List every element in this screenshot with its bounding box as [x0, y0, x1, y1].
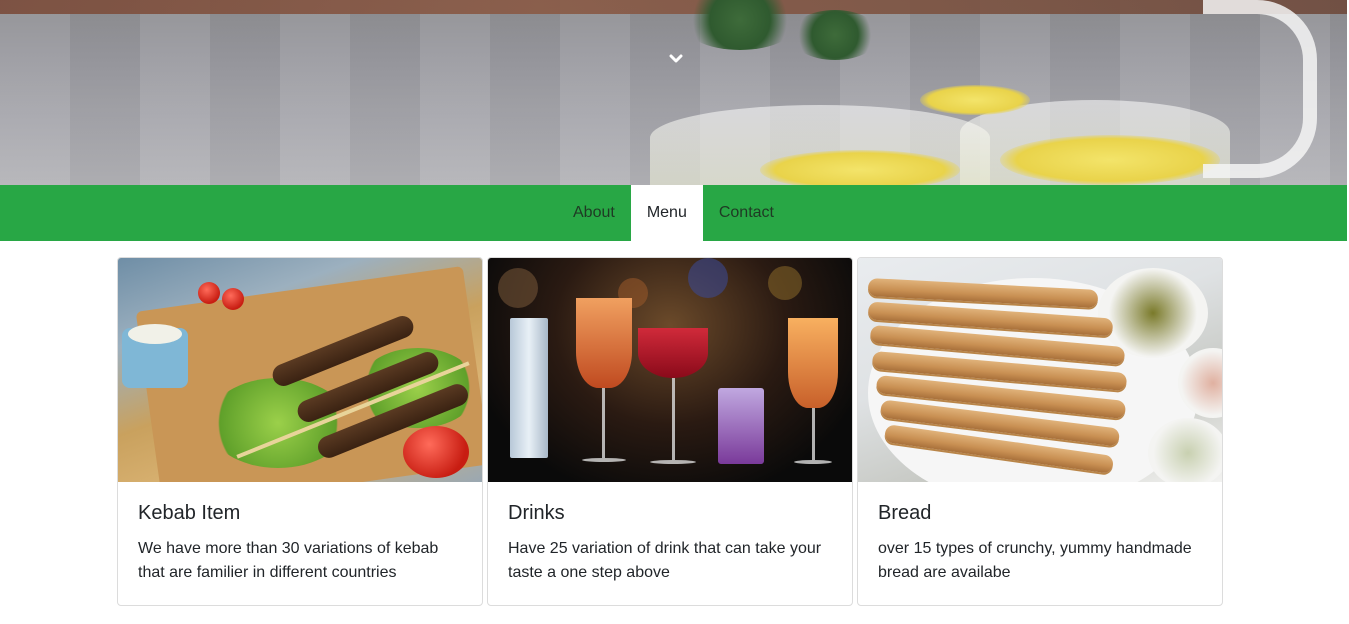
hero-lemon — [1000, 135, 1220, 185]
card-bread: Bread over 15 types of crunchy, yummy ha… — [857, 257, 1223, 606]
nav-item-contact[interactable]: Contact — [703, 185, 790, 241]
glass-berry — [718, 388, 764, 468]
menu-cards: Kebab Item We have more than 30 variatio… — [117, 257, 1223, 607]
hero-lemon — [760, 150, 960, 185]
side-bowl — [1148, 418, 1222, 482]
main-navbar: About Menu Contact — [0, 185, 1347, 241]
drinks-photo — [488, 258, 852, 482]
side-bowl — [1098, 268, 1208, 358]
glass-clear — [510, 318, 548, 468]
glass-amber — [576, 298, 632, 468]
bread-photo — [858, 258, 1222, 482]
nav-item-about[interactable]: About — [557, 185, 631, 241]
card-kebab: Kebab Item We have more than 30 variatio… — [117, 257, 483, 606]
nav-item-menu[interactable]: Menu — [630, 185, 703, 241]
card-title: Kebab Item — [138, 502, 241, 524]
hero-leaves — [790, 10, 880, 60]
glass-martini — [638, 328, 708, 468]
tomato — [222, 288, 244, 310]
card-drinks: Drinks Have 25 variation of drink that c… — [487, 257, 853, 606]
dip-bowl — [122, 324, 188, 388]
hero-shelf — [0, 0, 1347, 14]
card-text: Have 25 variation of drink that can take… — [508, 540, 822, 581]
bokeh — [768, 266, 802, 300]
tomato — [198, 282, 220, 304]
glass-orange — [788, 318, 838, 468]
hero-banner — [0, 0, 1347, 185]
card-body: Drinks Have 25 variation of drink that c… — [488, 482, 852, 605]
hero-pitcher — [1203, 0, 1317, 178]
card-body: Kebab Item We have more than 30 variatio… — [118, 482, 482, 605]
card-title: Drinks — [508, 502, 565, 524]
card-title: Bread — [878, 502, 932, 524]
tomato — [403, 426, 469, 478]
bokeh — [688, 258, 728, 298]
card-text: over 15 types of crunchy, yummy handmade… — [878, 540, 1192, 581]
bokeh — [498, 268, 538, 308]
chevron-down-icon[interactable] — [667, 50, 685, 68]
card-text: We have more than 30 variations of kebab… — [138, 540, 439, 581]
card-body: Bread over 15 types of crunchy, yummy ha… — [858, 482, 1222, 605]
hero-lemon — [920, 85, 1030, 115]
kebab-photo — [118, 258, 482, 482]
